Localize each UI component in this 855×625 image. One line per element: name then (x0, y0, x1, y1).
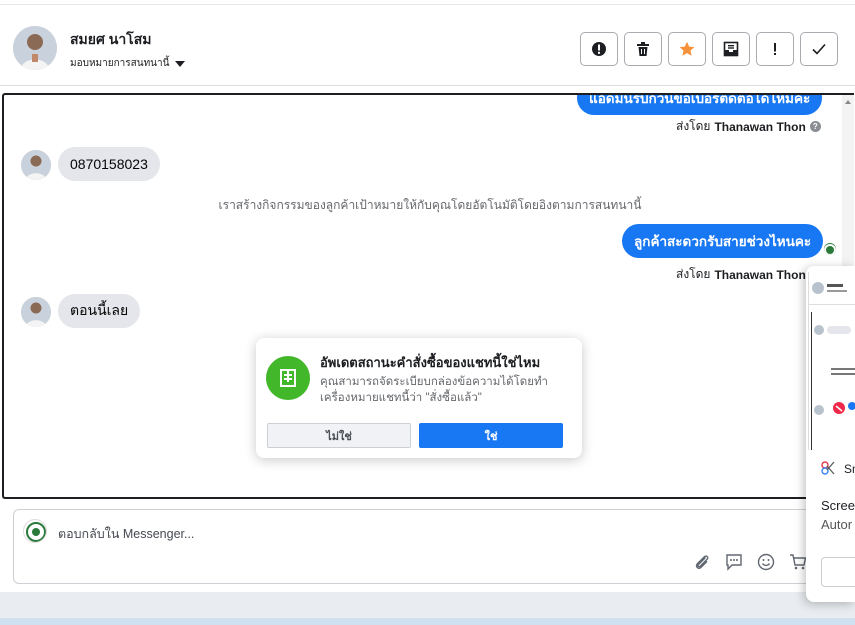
divider (0, 4, 855, 5)
snip-message-subtitle: Autor (821, 517, 853, 532)
contact-avatar[interactable] (13, 26, 57, 70)
report-spam-button[interactable] (580, 32, 618, 66)
contact-avatar-small (21, 297, 51, 327)
caret-down-icon (175, 60, 186, 67)
emoji-button[interactable] (756, 552, 776, 572)
message-bubble-incoming[interactable]: ตอนนี้เลย (58, 294, 141, 328)
message-bubble-outgoing[interactable]: แอดมินรบกวนขอเบอร์ติดต่อได้ไหมคะ (577, 93, 823, 115)
conversation-toolbar (580, 32, 838, 66)
paperclip-icon (695, 555, 709, 569)
cart-icon (790, 554, 807, 570)
attach-button[interactable] (692, 552, 712, 572)
dialog-no-button[interactable]: ไม่ใช่ (267, 423, 411, 448)
mark-done-button[interactable] (800, 32, 838, 66)
follow-up-button[interactable] (756, 32, 794, 66)
order-status-dialog: อัพเดตสถานะคำสั่งซื้อของแชทนี้ใช่ไหม คุณ… (256, 338, 582, 458)
trash-icon (637, 42, 649, 56)
system-note: เราสร้างกิจกรรมของลูกค้าเป้าหมายให้กับคุ… (218, 198, 642, 212)
assign-label: มอบหมายการสนทนานี้ (70, 58, 170, 69)
mark-unread-button[interactable] (712, 32, 750, 66)
snip-notification-panel[interactable]: Sn Scree Autor (806, 266, 855, 602)
sent-by-label: ส่งโดย Thanawan Thon (676, 265, 806, 284)
reply-input[interactable] (58, 524, 658, 544)
sent-by-label: ส่งโดย Thanawan Thon ? (676, 117, 821, 136)
assign-conversation-dropdown[interactable]: มอบหมายการสนทนานี้ (70, 56, 186, 71)
order-receipt-icon (266, 356, 310, 400)
taskbar-strip (0, 618, 855, 625)
help-icon[interactable]: ? (809, 121, 821, 132)
cart-button[interactable] (788, 552, 808, 572)
dialog-yes-button[interactable]: ใช่ (419, 423, 563, 448)
delete-button[interactable] (624, 32, 662, 66)
page-avatar (23, 519, 47, 543)
snip-message-title: Scree (821, 498, 855, 513)
sent-by-prefix: ส่งโดย (676, 267, 711, 281)
snip-action-button[interactable] (821, 557, 855, 587)
message-text: แอดมินรบกวนขอเบอร์ติดต่อได้ไหมคะ (589, 93, 811, 106)
sent-by-prefix: ส่งโดย (676, 119, 711, 133)
contact-avatar-small (21, 150, 51, 180)
dialog-body: คุณสามารถจัดระเบียบกล่องข้อความได้โดยทำเ… (320, 376, 549, 404)
star-button[interactable] (668, 32, 706, 66)
sent-by-name: Thanawan Thon (714, 267, 806, 282)
composer-actions (692, 552, 808, 572)
check-icon (812, 43, 826, 55)
mark-unread-icon (723, 41, 739, 57)
saved-replies-button[interactable] (724, 552, 744, 572)
snip-app-title: Sn (844, 462, 855, 476)
message-text: 0870158023 (70, 156, 148, 172)
conversation-header: สมยศ นาโสม มอบหมายการสนทนานี้ (0, 0, 855, 86)
message-text: ตอนนี้เลย (70, 302, 129, 318)
snipping-tool-icon (821, 461, 835, 480)
star-icon (679, 41, 695, 56)
screenshot-thumbnail[interactable] (808, 272, 855, 450)
speech-bubble-icon (726, 554, 742, 571)
exclamation-icon (774, 43, 776, 55)
contact-name: สมยศ นาโสม (70, 31, 152, 47)
message-bubble-incoming[interactable]: 0870158023 (58, 147, 160, 181)
message-text: ลูกค้าสะดวกรับสายช่วงไหนคะ (634, 234, 812, 249)
scroll-up-icon[interactable] (845, 100, 851, 104)
sent-by-name: Thanawan Thon (714, 119, 806, 134)
report-icon (592, 42, 606, 56)
dialog-title: อัพเดตสถานะคำสั่งซื้อของแชทนี้ใช่ไหม (320, 355, 541, 370)
seen-avatar-icon (824, 243, 836, 255)
message-bubble-outgoing[interactable]: ลูกค้าสะดวกรับสายช่วงไหนคะ (622, 224, 824, 258)
smiley-icon (757, 553, 775, 571)
reply-composer (13, 509, 843, 584)
